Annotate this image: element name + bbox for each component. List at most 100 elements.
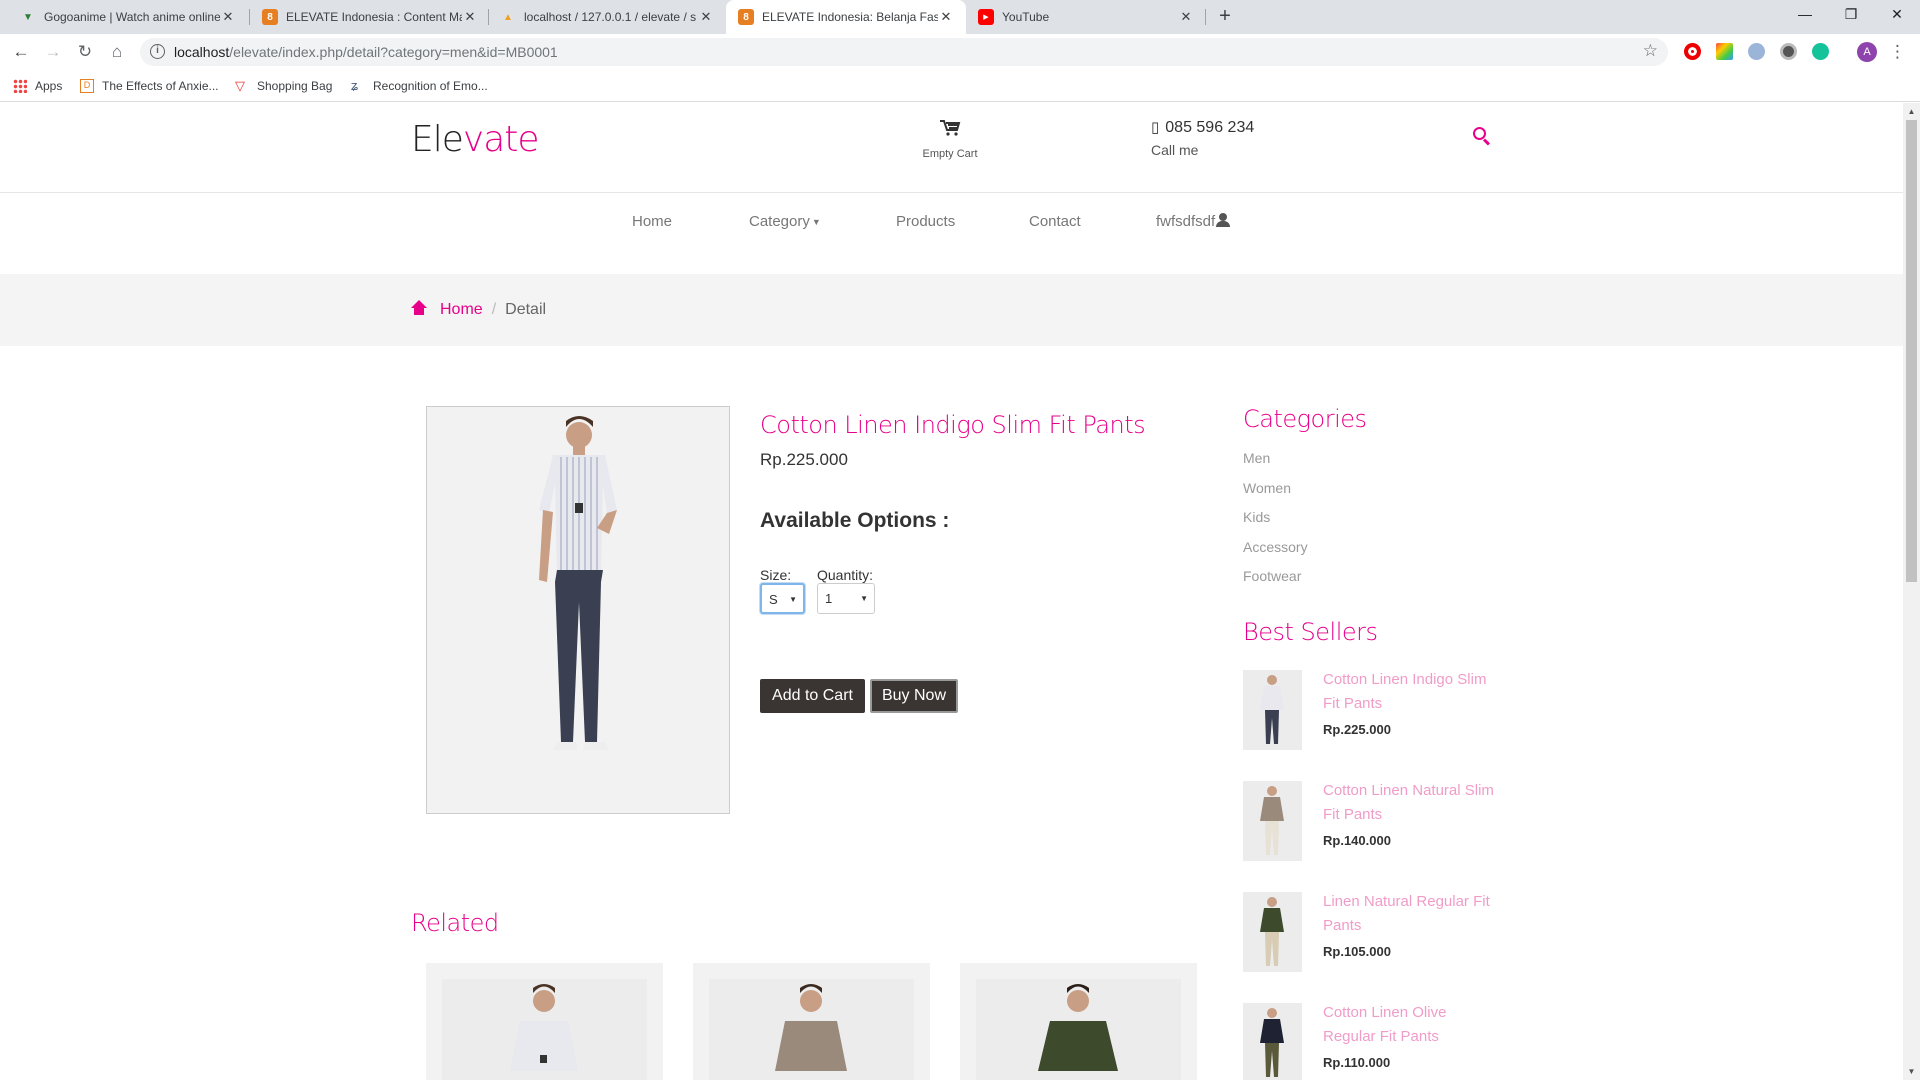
related-product-image [709,979,914,1080]
best-seller-name[interactable]: Cotton Linen Olive Regular Fit Pants [1323,1001,1503,1049]
browser-tab-strip: ▼ Gogoanime | Watch anime online ✕ 8 ELE… [0,0,1920,34]
home-icon[interactable] [411,300,427,316]
best-seller-name[interactable]: Linen Natural Regular Fit Pants [1323,890,1503,938]
category-link-accessory[interactable]: Accessory [1243,539,1308,555]
cart-widget[interactable]: Empty Cart [905,119,995,160]
close-tab-icon[interactable]: ✕ [220,9,236,25]
browser-tab[interactable]: ▲ localhost / 127.0.0.1 / elevate / s ✕ [488,0,726,34]
nav-contact[interactable]: Contact [1029,213,1081,230]
bookmark-item[interactable]: D The Effects of Anxie... [80,70,219,102]
cart-label: Empty Cart [922,148,978,160]
bookmark-item[interactable]: ʑ Recognition of Emo... [351,70,488,102]
bookmarks-bar: Apps D The Effects of Anxie... ▽ Shoppin… [0,70,1920,102]
size-select[interactable]: S ▼ [760,583,805,614]
phone-number: 085 596 234 [1165,119,1255,136]
phone-caption: Call me [1151,142,1199,158]
dropdown-caret-icon: ▼ [811,217,821,228]
scroll-up-icon[interactable]: ▲ [1903,103,1920,120]
browser-tab[interactable]: 8 ELEVATE Indonesia : Content Man ✕ [250,0,490,34]
best-seller-price: Rp.105.000 [1323,944,1391,959]
browser-tab[interactable]: ▶ YouTube ✕ [966,0,1206,34]
close-window-icon[interactable]: ✕ [1874,0,1920,30]
grammarly-icon[interactable] [1812,43,1829,60]
quantity-select[interactable]: 1 ▼ [817,583,875,614]
extension-icon[interactable] [1780,43,1797,60]
nav-category[interactable]: Category ▼ [749,213,821,230]
url-path: /elevate/index.php/detail?category=men&i… [229,44,558,60]
best-seller-price: Rp.225.000 [1323,722,1391,737]
size-value: S [769,592,778,607]
apps-grid-icon [13,79,27,93]
back-icon[interactable]: ← [9,40,33,64]
tab-separator [1205,9,1206,25]
category-link-kids[interactable]: Kids [1243,509,1270,525]
categories-heading: Categories [1243,405,1367,433]
product-image[interactable] [426,406,730,814]
breadcrumb-home-link[interactable]: Home [440,301,483,318]
profile-avatar[interactable]: A [1857,42,1877,62]
minimize-icon[interactable]: — [1782,0,1828,30]
browser-tab[interactable]: ▼ Gogoanime | Watch anime online ✕ [8,0,248,34]
restore-icon[interactable]: ❐ [1828,0,1874,30]
best-seller-image[interactable] [1243,1003,1302,1080]
cart-icon [905,119,995,142]
close-tab-icon[interactable]: ✕ [462,9,478,25]
phpmyadmin-icon: ▲ [503,11,513,23]
search-icon[interactable] [1473,127,1491,147]
browser-menu-icon[interactable]: ⋮ [1889,40,1906,64]
breadcrumb-current: Detail [505,301,547,318]
nav-user-account[interactable]: fwfsdfsdf [1156,213,1231,230]
bookmark-apps[interactable]: Apps [13,70,62,102]
category-link-men[interactable]: Men [1243,450,1270,466]
best-seller-name[interactable]: Cotton Linen Natural Slim Fit Pants [1323,779,1503,827]
best-seller-image[interactable] [1243,670,1302,750]
related-product-image [442,979,647,1080]
nav-username: fwfsdfsdf [1156,213,1216,230]
close-tab-icon[interactable]: ✕ [1178,9,1194,25]
related-product-card[interactable] [960,963,1197,1080]
url-text: localhost/elevate/index.php/detail?categ… [174,38,558,66]
select-arrow-icon: ▼ [789,595,797,604]
home-icon[interactable]: ⌂ [105,40,129,64]
close-tab-icon[interactable]: ✕ [698,9,714,25]
bookmark-star-icon[interactable]: ☆ [1643,41,1658,61]
bookmark-item[interactable]: ▽ Shopping Bag [235,70,332,102]
best-seller-image[interactable] [1243,892,1302,972]
best-sellers-heading: Best Sellers [1243,618,1378,646]
related-product-card[interactable] [693,963,930,1080]
tab-title: ELEVATE Indonesia : Content Man [286,10,462,24]
best-seller-price: Rp.140.000 [1323,833,1391,848]
logo-text-accent: vate [462,119,540,160]
scroll-down-icon[interactable]: ▼ [1903,1063,1920,1080]
new-tab-icon[interactable]: + [1213,5,1237,29]
vertical-scrollbar[interactable]: ▲ ▼ [1903,103,1920,1080]
best-seller-image[interactable] [1243,781,1302,861]
extension-icon[interactable] [1748,43,1765,60]
browser-tab-active[interactable]: 8 ELEVATE Indonesia: Belanja Fashi ✕ [726,0,966,34]
address-bar[interactable]: i localhost/elevate/index.php/detail?cat… [140,38,1668,66]
reload-icon[interactable]: ↻ [73,40,97,64]
site-logo[interactable]: Elevate [411,119,540,160]
category-link-women[interactable]: Women [1243,480,1291,496]
nav-home[interactable]: Home [632,213,672,230]
product-price: Rp.225.000 [760,450,848,469]
buy-now-button[interactable]: Buy Now [870,679,958,713]
link-icon: ʑ [351,78,359,93]
scrollbar-thumb[interactable] [1906,120,1917,582]
phone-contact: ▯ 085 596 234 Call me [1151,118,1254,158]
forward-icon[interactable]: → [41,40,65,64]
close-tab-icon[interactable]: ✕ [938,9,954,25]
breadcrumb: Home / Detail [411,274,546,346]
add-to-cart-button[interactable]: Add to Cart [760,679,865,713]
logo-text: Ele [411,119,464,160]
category-link-footwear[interactable]: Footwear [1243,568,1301,584]
options-heading: Available Options : [760,509,950,532]
tab-title: YouTube [1002,10,1050,24]
related-product-card[interactable] [426,963,663,1080]
opera-extension-icon[interactable] [1684,43,1701,60]
color-extension-icon[interactable] [1716,43,1733,60]
nav-products[interactable]: Products [896,213,955,230]
best-seller-price: Rp.110.000 [1323,1055,1391,1070]
site-info-icon[interactable]: i [150,44,165,59]
best-seller-name[interactable]: Cotton Linen Indigo Slim Fit Pants [1323,668,1503,716]
